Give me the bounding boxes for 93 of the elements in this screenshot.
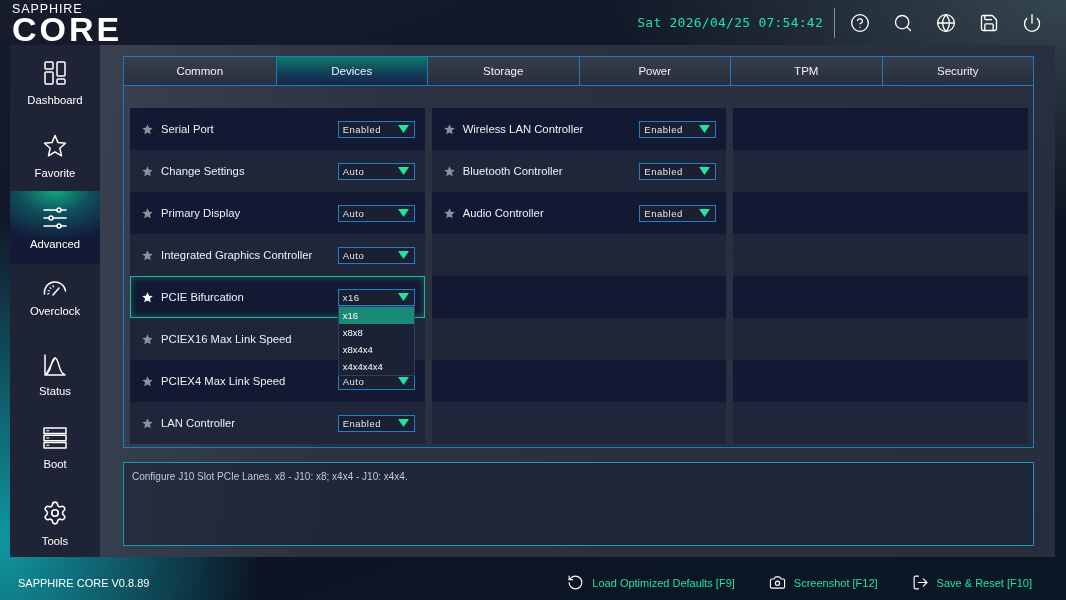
circular-arrow-icon — [567, 574, 585, 591]
caret-icon — [397, 293, 409, 301]
globe-icon — [936, 12, 956, 33]
clock-text: Sat 2026/04/25 07:54:42 — [637, 15, 823, 30]
dropdown[interactable]: Enabled — [639, 162, 717, 180]
setting-label: Primary Display — [161, 207, 241, 219]
logo-product-text: CORE — [12, 15, 123, 43]
dropdown[interactable]: x16 — [337, 288, 415, 306]
tab[interactable]: Power — [578, 57, 730, 85]
star-icon[interactable] — [443, 165, 455, 177]
dropdown[interactable]: Enabled — [337, 414, 415, 432]
tab[interactable]: Storage — [427, 57, 579, 85]
dropdown[interactable]: Auto — [337, 246, 415, 264]
caret-icon — [397, 209, 409, 217]
sidebar-item[interactable]: Dashboard — [10, 45, 100, 119]
dropdown[interactable]: Enabled — [639, 120, 717, 138]
caret-icon — [699, 167, 711, 175]
star-icon[interactable] — [142, 123, 153, 135]
star-icon[interactable] — [142, 249, 153, 261]
tab[interactable]: Devices — [275, 57, 427, 85]
star-icon[interactable] — [142, 333, 153, 345]
version-text: SAPPHIRE CORE V0.8.89 — [18, 576, 150, 589]
dashboard-icon — [44, 61, 66, 85]
caret-icon — [397, 251, 409, 259]
gear-icon — [42, 499, 68, 526]
dropdown-option[interactable]: x8x4x4 — [338, 340, 414, 358]
setting-row[interactable]: Primary Display Auto — [130, 192, 425, 234]
star-icon[interactable] — [142, 417, 153, 429]
setting-label: Audio Controller — [462, 207, 544, 219]
footer-button[interactable]: Load Optimized Defaults [F9] — [567, 574, 735, 591]
star-icon[interactable] — [142, 375, 153, 387]
sidebar-item[interactable]: Boot — [10, 410, 100, 484]
footer-button[interactable]: Screenshot [F12] — [768, 574, 878, 591]
setting-row[interactable]: Serial Port Enabled — [130, 108, 425, 150]
setting-row[interactable]: Wireless LAN Controller Enabled — [431, 108, 727, 150]
exit-icon — [911, 574, 929, 591]
setting-label: PCIE Bifurcation — [161, 291, 244, 303]
setting-label: Wireless LAN Controller — [462, 123, 584, 135]
power-button[interactable] — [1022, 12, 1042, 33]
dropdown[interactable]: Auto — [337, 204, 415, 222]
sidebar-item[interactable]: Status — [10, 337, 100, 411]
sidebar-item[interactable]: Advanced — [10, 191, 100, 265]
setting-row[interactable]: LAN Controller Enabled — [130, 402, 425, 444]
setting-label: Bluetooth Controller — [462, 165, 563, 177]
tab[interactable]: Security — [881, 57, 1033, 85]
dropdown-option[interactable]: x4x4x4x4 — [338, 357, 414, 375]
logo-brand-text: SAPPHIRE — [12, 3, 84, 15]
sidebar-item[interactable]: Tools — [10, 483, 100, 557]
dropdown[interactable]: Enabled — [639, 204, 717, 222]
setting-row[interactable]: Bluetooth Controller Enabled — [431, 150, 727, 192]
star-icon[interactable] — [142, 291, 153, 303]
dropdown[interactable]: Auto — [337, 162, 415, 180]
setting-label: PCIEX4 Max Link Speed — [161, 375, 286, 387]
tab[interactable]: TPM — [730, 57, 882, 85]
caret-icon — [699, 209, 711, 217]
setting-label: Integrated Graphics Controller — [161, 249, 313, 261]
setting-label: Serial Port — [161, 123, 214, 135]
caret-icon — [699, 125, 711, 133]
help-icon — [850, 12, 870, 33]
help-button[interactable] — [850, 12, 870, 33]
star-icon — [43, 134, 67, 159]
search-button[interactable] — [893, 12, 913, 33]
setting-row[interactable]: Integrated Graphics Controller Auto — [130, 234, 425, 276]
power-icon — [1022, 12, 1042, 33]
setting-row[interactable]: Change Settings Auto — [130, 150, 425, 192]
save-button[interactable] — [979, 12, 999, 33]
globe-button[interactable] — [936, 12, 956, 33]
setting-row[interactable]: Audio Controller Enabled — [431, 192, 727, 234]
search-icon — [893, 12, 913, 33]
camera-icon — [768, 574, 786, 591]
save-icon — [979, 12, 999, 33]
star-icon[interactable] — [142, 165, 153, 177]
gauge-icon — [43, 280, 67, 297]
server-icon — [43, 426, 67, 449]
dropdown[interactable]: Enabled — [337, 120, 415, 138]
dropdown-option[interactable]: x16 — [338, 306, 414, 324]
help-text: Configure J10 Slot PCIe Lanes. x8 - J10: x8; x4x4 - J10: x4x4. — [132, 470, 409, 483]
dropdown-option[interactable]: x8x8 — [338, 323, 414, 341]
star-icon[interactable] — [443, 123, 455, 135]
chart-icon — [44, 353, 66, 376]
setting-label: LAN Controller — [161, 417, 236, 429]
setting-label: PCIEX16 Max Link Speed — [161, 333, 292, 345]
caret-icon — [397, 125, 409, 133]
star-icon[interactable] — [443, 207, 455, 219]
sidebar-item[interactable]: Favorite — [10, 118, 100, 192]
sliders-icon — [43, 207, 67, 230]
caret-icon — [397, 167, 409, 175]
caret-icon — [397, 419, 409, 427]
setting-label: Change Settings — [161, 165, 245, 177]
sidebar-item[interactable]: Overclock — [10, 264, 100, 338]
footer-button[interactable]: Save & Reset [F10] — [911, 574, 1032, 591]
tab[interactable]: Common — [124, 57, 276, 85]
star-icon[interactable] — [142, 207, 153, 219]
